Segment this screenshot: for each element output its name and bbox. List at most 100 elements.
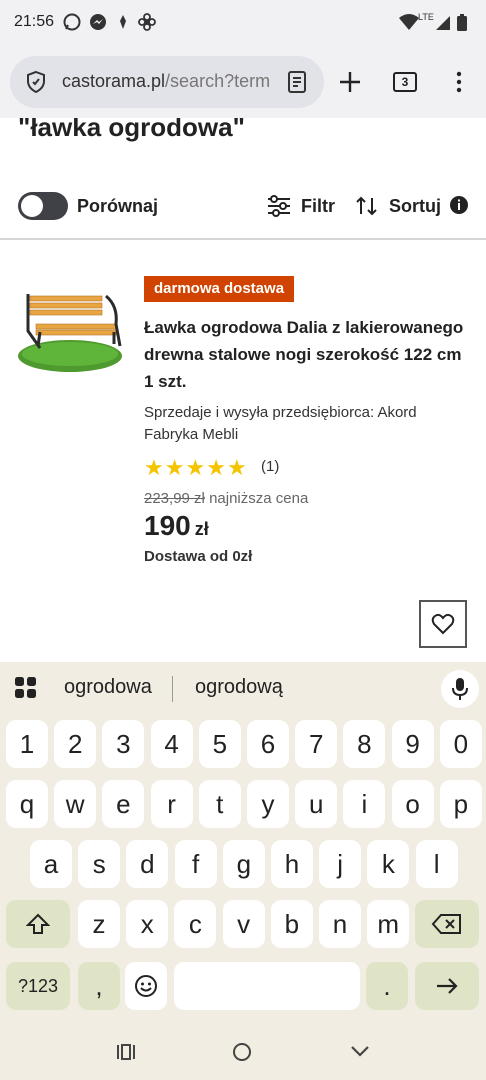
fan-icon	[138, 13, 156, 31]
compare-toggle[interactable]	[18, 192, 68, 220]
rating-stars: ★★★★★	[144, 455, 248, 480]
key-h[interactable]: h	[271, 840, 313, 888]
sort-button[interactable]: Sortuj	[389, 196, 441, 217]
info-icon[interactable]	[449, 195, 469, 215]
add-to-wishlist-button[interactable]	[419, 600, 467, 648]
key-v[interactable]: v	[222, 900, 265, 948]
arrow-right-icon	[437, 978, 458, 994]
home-icon[interactable]	[232, 1042, 252, 1062]
key-j[interactable]: j	[319, 840, 362, 888]
star-icon: ★	[164, 455, 185, 480]
key-0[interactable]: 0	[439, 720, 482, 768]
key-t[interactable]: t	[198, 780, 241, 828]
period-key[interactable]: .	[366, 962, 408, 1010]
new-tab-icon[interactable]	[338, 70, 362, 94]
star-icon: ★	[226, 455, 247, 480]
old-price: 223,99 zł najniższa cena	[144, 490, 309, 507]
key-m[interactable]: m	[367, 900, 410, 948]
key-f[interactable]: f	[174, 840, 217, 888]
key-r[interactable]: r	[150, 780, 193, 828]
key-7[interactable]: 7	[295, 720, 338, 768]
key-8[interactable]: 8	[343, 720, 386, 768]
key-4[interactable]: 4	[150, 720, 193, 768]
key-y[interactable]: y	[247, 780, 289, 828]
key-e[interactable]: e	[102, 780, 145, 828]
battery-icon	[457, 14, 467, 31]
keyboard: ogrodowa ogrodową 1234567890 qwertyuiop …	[0, 662, 486, 1024]
url-text[interactable]: castorama.pl/search?term	[62, 71, 270, 92]
key-p[interactable]: p	[439, 780, 482, 828]
emoji-icon	[135, 975, 157, 997]
key-l[interactable]: l	[415, 840, 458, 888]
star-icon: ★	[185, 455, 206, 480]
suggestion-2[interactable]: ogrodową	[195, 676, 283, 699]
compare-label[interactable]: Porównaj	[77, 196, 158, 217]
emoji-key[interactable]	[125, 962, 167, 1010]
network-type: LTE	[418, 12, 434, 22]
suggestion-1[interactable]: ogrodowa	[64, 676, 152, 699]
key-n[interactable]: n	[319, 900, 361, 948]
comma-key[interactable]: ,	[78, 962, 120, 1010]
messenger-icon	[90, 14, 106, 30]
key-g[interactable]: g	[222, 840, 265, 888]
key-1[interactable]: 1	[6, 720, 48, 768]
results-toolbar: Porównaj Filtr Sortuj	[0, 188, 486, 228]
key-x[interactable]: x	[126, 900, 169, 948]
page-content: "ławka ogrodowa" Porównaj Filtr Sortuj d…	[0, 118, 486, 662]
symbols-key[interactable]: ?123	[6, 962, 70, 1010]
reader-mode-icon[interactable]	[286, 70, 308, 94]
key-k[interactable]: k	[367, 840, 410, 888]
heart-icon	[431, 613, 455, 635]
backspace-icon	[431, 914, 461, 934]
key-6[interactable]: 6	[247, 720, 289, 768]
key-s[interactable]: s	[78, 840, 121, 888]
delivery-info: Dostawa od 0zł	[144, 548, 253, 565]
key-z[interactable]: z	[78, 900, 120, 948]
tab-switcher-button[interactable]: 3	[393, 72, 417, 92]
space-key[interactable]	[174, 962, 360, 1010]
key-i[interactable]: i	[343, 780, 386, 828]
key-9[interactable]: 9	[391, 720, 434, 768]
rating-count[interactable]: (1)	[261, 458, 279, 475]
sort-icon[interactable]	[354, 194, 380, 218]
product-title[interactable]: Ławka ogrodowa Dalia z lakierowanego dre…	[144, 314, 464, 395]
whatsapp-icon	[63, 13, 81, 31]
key-a[interactable]: a	[30, 840, 72, 888]
enter-key[interactable]	[415, 962, 479, 1010]
voice-input-button[interactable]	[441, 670, 479, 708]
current-price: 190 zł	[144, 510, 209, 541]
filter-button[interactable]: Filtr	[301, 196, 335, 217]
wifi-icon	[399, 14, 419, 30]
filter-icon[interactable]	[266, 194, 292, 218]
key-b[interactable]: b	[270, 900, 313, 948]
signal-icon	[436, 16, 450, 30]
backspace-key[interactable]	[415, 900, 479, 948]
status-time: 21:56	[14, 13, 55, 30]
navigation-bar	[0, 1024, 486, 1080]
shift-key[interactable]	[6, 900, 70, 948]
key-c[interactable]: c	[174, 900, 217, 948]
free-delivery-badge: darmowa dostawa	[144, 276, 295, 302]
address-bar[interactable]: castorama.pl/search?term	[10, 56, 324, 108]
key-d[interactable]: d	[126, 840, 169, 888]
divider	[0, 238, 486, 240]
back-chevron-icon[interactable]	[350, 1044, 370, 1058]
key-q[interactable]: q	[6, 780, 48, 828]
search-heading: "ławka ogrodowa"	[18, 118, 245, 142]
recent-apps-icon[interactable]	[116, 1042, 136, 1062]
shift-icon	[26, 913, 50, 934]
microphone-icon	[452, 678, 468, 700]
key-u[interactable]: u	[295, 780, 338, 828]
product-image[interactable]	[16, 286, 128, 376]
star-icon: ★	[144, 455, 164, 480]
notification-icon	[120, 15, 126, 29]
apps-grid-icon[interactable]	[14, 676, 38, 700]
browser-toolbar: castorama.pl/search?term 3	[0, 46, 486, 118]
key-2[interactable]: 2	[54, 720, 97, 768]
key-w[interactable]: w	[54, 780, 97, 828]
key-5[interactable]: 5	[198, 720, 241, 768]
more-options-icon[interactable]	[449, 70, 469, 94]
site-security-icon[interactable]	[24, 70, 48, 94]
key-o[interactable]: o	[391, 780, 434, 828]
key-3[interactable]: 3	[102, 720, 145, 768]
